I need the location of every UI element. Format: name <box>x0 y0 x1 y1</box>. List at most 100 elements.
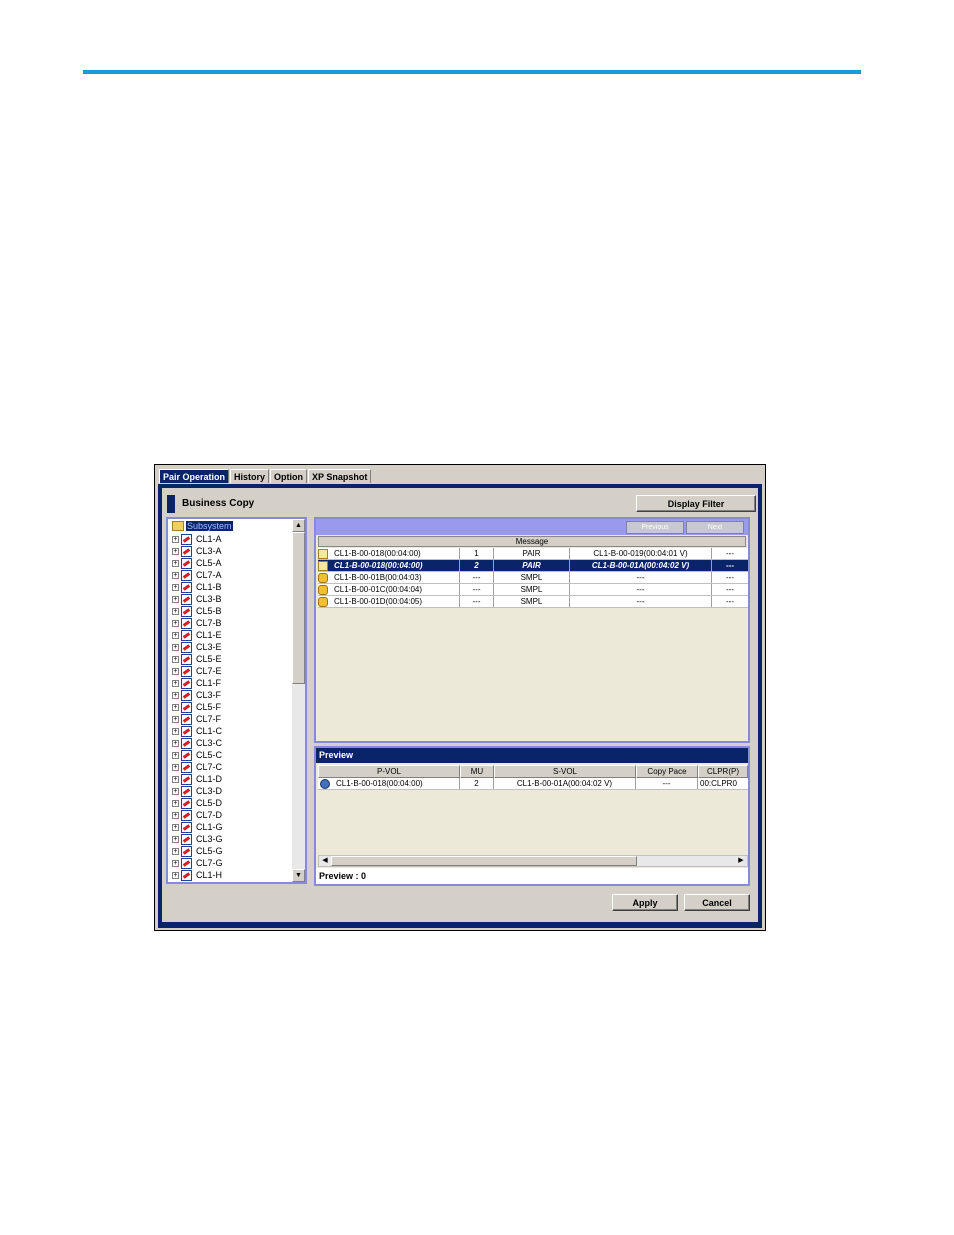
scroll-left-icon[interactable]: ◀ <box>319 856 331 866</box>
tree-item[interactable]: + CL3-C <box>172 737 222 749</box>
scroll-up-icon[interactable]: ▲ <box>292 519 305 532</box>
expand-icon[interactable]: + <box>172 859 179 867</box>
expand-icon[interactable]: + <box>172 643 179 651</box>
tree-item[interactable]: + CL3-D <box>172 785 222 797</box>
tree-item[interactable]: + CL3-A <box>172 545 222 557</box>
port-icon <box>181 869 192 881</box>
preview-hscrollbar[interactable]: ◀ ▶ <box>318 855 748 867</box>
tree-item-label: CL7-G <box>196 858 223 868</box>
expand-icon[interactable]: + <box>172 715 179 723</box>
pair-extra: --- <box>726 549 734 558</box>
expand-icon[interactable]: + <box>172 787 179 795</box>
expand-icon[interactable]: + <box>172 655 179 663</box>
pair-row[interactable]: CL1-B-00-018(00:04:00) 1 PAIR CL1-B-00-019(… <box>318 548 748 560</box>
tree-item[interactable]: + CL1-D <box>172 773 222 785</box>
tree-item[interactable]: + CL5-A <box>172 557 222 569</box>
apply-button[interactable]: Apply <box>612 894 678 911</box>
tree-item[interactable]: + CL7-B <box>172 617 222 629</box>
pair-pvol-text: CL1-B-00-018(00:04:00) <box>334 549 421 558</box>
tree-item[interactable]: + CL5-C <box>172 749 222 761</box>
tree-item[interactable]: + CL7-E <box>172 665 222 677</box>
tab-pair-operation[interactable]: Pair Operation <box>159 469 230 483</box>
tree-item[interactable]: + CL3-B <box>172 593 222 605</box>
tree-root[interactable]: Subsystem <box>172 521 233 531</box>
hscroll-thumb[interactable] <box>331 856 637 866</box>
tree-item[interactable]: + CL7-G <box>172 857 223 869</box>
col-pvol[interactable]: P-VOL <box>318 765 460 778</box>
col-clpr[interactable]: CLPR(P) <box>698 765 748 778</box>
preview-row[interactable]: CL1-B-00-018(00:04:00) 2 CL1-B-00-01A(00… <box>318 778 748 790</box>
tree-item-label: CL1-F <box>196 678 222 688</box>
tree-item[interactable]: + CL5-B <box>172 605 222 617</box>
expand-icon[interactable]: + <box>172 727 179 735</box>
cancel-button[interactable]: Cancel <box>684 894 750 911</box>
tree-item-label: CL1-E <box>196 630 222 640</box>
tree-item[interactable]: + CL1-F <box>172 677 221 689</box>
tree-item[interactable]: + CL5-E <box>172 653 222 665</box>
next-button[interactable]: Next <box>686 521 744 534</box>
tree-item[interactable]: + CL1-B <box>172 581 222 593</box>
tree-item[interactable]: + CL5-D <box>172 797 222 809</box>
expand-icon[interactable]: + <box>172 607 179 615</box>
expand-icon[interactable]: + <box>172 571 179 579</box>
scroll-thumb[interactable] <box>292 532 305 684</box>
pair-row[interactable]: CL1-B-00-01C(00:04:04) --- SMPL --- --- <box>318 584 748 596</box>
expand-icon[interactable]: + <box>172 619 179 627</box>
expand-icon[interactable]: + <box>172 595 179 603</box>
tree-item[interactable]: + CL1-E <box>172 629 222 641</box>
previous-button[interactable]: Previous <box>626 521 684 534</box>
expand-icon[interactable]: + <box>172 559 179 567</box>
col-svol[interactable]: S-VOL <box>494 765 636 778</box>
scroll-right-icon[interactable]: ▶ <box>735 856 747 866</box>
tree-item[interactable]: + CL3-F <box>172 689 221 701</box>
expand-icon[interactable]: + <box>172 799 179 807</box>
tree-scrollbar[interactable]: ▲ ▼ <box>292 519 305 882</box>
tree-item[interactable]: + CL1-C <box>172 725 222 737</box>
pair-status: SMPL <box>494 572 570 583</box>
expand-icon[interactable]: + <box>172 535 179 543</box>
tree-item[interactable]: + CL3-G <box>172 833 223 845</box>
expand-icon[interactable]: + <box>172 871 179 879</box>
tab-xp-snapshot[interactable]: XP Snapshot <box>308 469 372 483</box>
tree-item[interactable]: + CL5-G <box>172 845 223 857</box>
tree-item[interactable]: + CL3-E <box>172 641 222 653</box>
expand-icon[interactable]: + <box>172 547 179 555</box>
page-title: Business Copy <box>182 498 255 509</box>
tree-item[interactable]: + CL5-F <box>172 701 221 713</box>
tree-item[interactable]: + CL1-H <box>172 869 222 881</box>
expand-icon[interactable]: + <box>172 847 179 855</box>
pair-row[interactable]: CL1-B-00-018(00:04:00) 2 PAIR CL1-B-00-01A(… <box>318 560 748 572</box>
tree-item[interactable]: + CL7-F <box>172 713 221 725</box>
scroll-down-icon[interactable]: ▼ <box>292 869 305 882</box>
expand-icon[interactable]: + <box>172 751 179 759</box>
tree-item[interactable]: + CL1-A <box>172 533 222 545</box>
expand-icon[interactable]: + <box>172 583 179 591</box>
preview-pvol: CL1-B-00-018(00:04:00) <box>318 778 460 789</box>
display-filter-button[interactable]: Display Filter <box>636 495 756 512</box>
pair-row[interactable]: CL1-B-00-01D(00:04:05) --- SMPL --- --- <box>318 596 748 608</box>
pair-row[interactable]: CL1-B-00-01B(00:04:03) --- SMPL --- --- <box>318 572 748 584</box>
port-icon <box>181 629 192 641</box>
col-copy-pace[interactable]: Copy Pace <box>636 765 698 778</box>
expand-icon[interactable]: + <box>172 739 179 747</box>
pair-mu: 1 <box>460 548 494 559</box>
expand-icon[interactable]: + <box>172 667 179 675</box>
expand-icon[interactable]: + <box>172 775 179 783</box>
expand-icon[interactable]: + <box>172 703 179 711</box>
cylinder-volume-icon <box>318 572 328 583</box>
expand-icon[interactable]: + <box>172 679 179 687</box>
col-mu[interactable]: MU <box>460 765 494 778</box>
expand-icon[interactable]: + <box>172 631 179 639</box>
tree-item[interactable]: + CL1-G <box>172 821 223 833</box>
tree-item[interactable]: + CL7-A <box>172 569 222 581</box>
expand-icon[interactable]: + <box>172 835 179 843</box>
expand-icon[interactable]: + <box>172 823 179 831</box>
expand-icon[interactable]: + <box>172 763 179 771</box>
tab-option[interactable]: Option <box>270 469 308 483</box>
tree-item[interactable]: + CL7-C <box>172 761 222 773</box>
expand-icon[interactable]: + <box>172 811 179 819</box>
tab-history[interactable]: History <box>230 469 270 483</box>
expand-icon[interactable]: + <box>172 691 179 699</box>
tree-item[interactable]: + CL7-D <box>172 809 222 821</box>
port-icon <box>181 689 192 701</box>
